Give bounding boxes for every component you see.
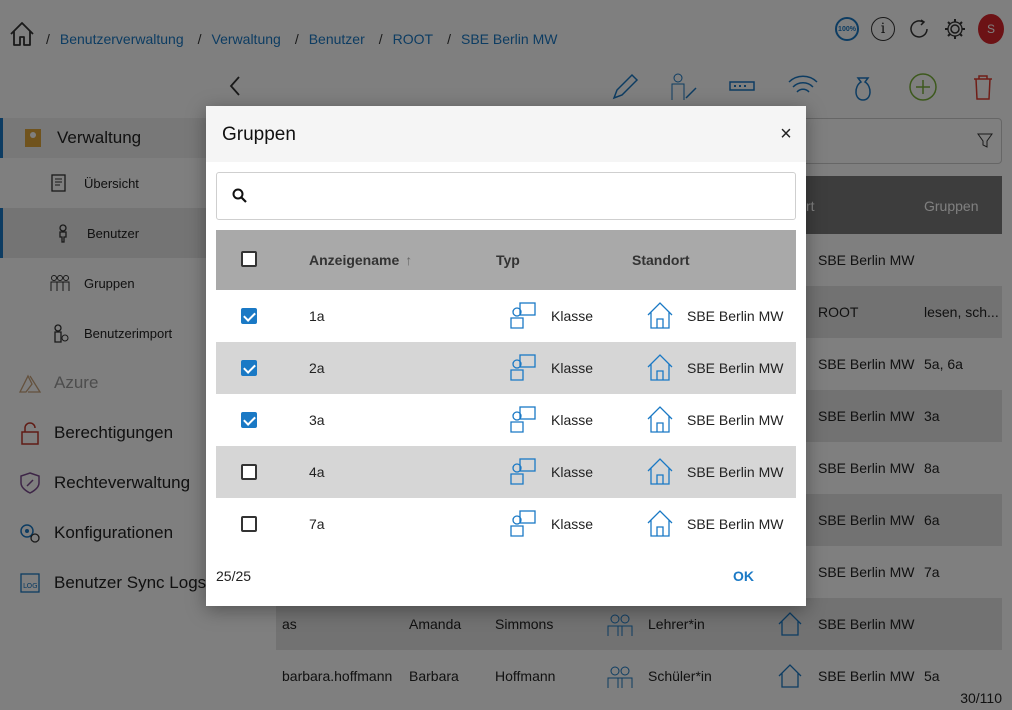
class-icon <box>508 508 538 538</box>
group-type: Klasse <box>551 360 594 376</box>
group-location: SBE Berlin MW <box>687 360 784 376</box>
class-icon <box>508 352 538 382</box>
group-type: Klasse <box>551 308 594 324</box>
location-home-icon <box>646 456 674 486</box>
group-type: Klasse <box>551 412 594 428</box>
groups-dialog: Gruppen × Anzeigename ↑ Typ Standort 1a K… <box>206 106 806 606</box>
group-row[interactable]: 1a Klasse SBE Berlin MW <box>216 290 796 342</box>
group-row[interactable]: 2a Klasse SBE Berlin MW <box>216 342 796 394</box>
group-name: 3a <box>309 412 325 428</box>
checkbox <box>241 251 257 267</box>
search-input[interactable] <box>261 183 781 211</box>
location-home-icon <box>646 508 674 538</box>
group-location: SBE Berlin MW <box>687 464 784 480</box>
checkbox-checked <box>241 412 257 428</box>
select-all-checkbox[interactable] <box>241 251 257 267</box>
column-label: Anzeigename <box>309 252 400 268</box>
class-icon <box>508 404 538 434</box>
sort-ascending-icon: ↑ <box>405 252 413 268</box>
class-icon <box>508 456 538 486</box>
row-checkbox[interactable] <box>241 360 257 376</box>
group-name: 7a <box>309 516 325 532</box>
group-name: 1a <box>309 308 325 324</box>
search-box[interactable] <box>216 172 796 220</box>
checkbox <box>241 464 257 480</box>
selection-count: 25/25 <box>216 568 252 584</box>
group-row[interactable]: 3a Klasse SBE Berlin MW <box>216 394 796 446</box>
class-icon <box>508 300 538 330</box>
checkbox-checked <box>241 308 257 324</box>
group-location: SBE Berlin MW <box>687 412 784 428</box>
search-icon <box>231 187 249 205</box>
dialog-title: Gruppen <box>222 124 296 145</box>
column-header-anzeigename[interactable]: Anzeigename ↑ <box>309 252 412 268</box>
location-home-icon <box>646 352 674 382</box>
location-home-icon <box>646 300 674 330</box>
column-header-typ[interactable]: Typ <box>496 252 520 268</box>
dialog-header: Gruppen × <box>206 106 806 162</box>
groups-table-header: Anzeigename ↑ Typ Standort <box>216 230 796 290</box>
row-checkbox[interactable] <box>241 516 257 532</box>
group-name: 4a <box>309 464 325 480</box>
close-icon: × <box>780 123 792 145</box>
checkbox-checked <box>241 360 257 376</box>
group-location: SBE Berlin MW <box>687 308 784 324</box>
row-checkbox[interactable] <box>241 464 257 480</box>
row-checkbox[interactable] <box>241 412 257 428</box>
ok-button[interactable]: OK <box>733 568 754 584</box>
column-header-standort[interactable]: Standort <box>632 252 690 268</box>
close-button[interactable]: × <box>776 124 796 144</box>
checkbox <box>241 516 257 532</box>
group-location: SBE Berlin MW <box>687 516 784 532</box>
group-type: Klasse <box>551 516 594 532</box>
group-type: Klasse <box>551 464 594 480</box>
location-home-icon <box>646 404 674 434</box>
group-row[interactable]: 7a Klasse SBE Berlin MW <box>216 498 796 550</box>
group-row[interactable]: 4a Klasse SBE Berlin MW <box>216 446 796 498</box>
group-name: 2a <box>309 360 325 376</box>
row-checkbox[interactable] <box>241 308 257 324</box>
